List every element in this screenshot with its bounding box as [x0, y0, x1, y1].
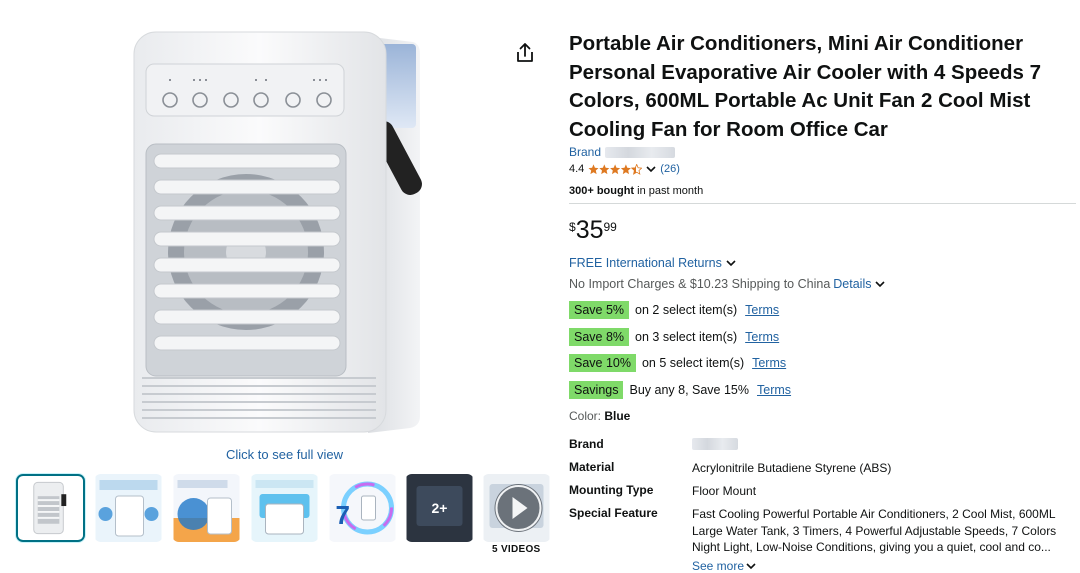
promo-text: Buy any 8, Save 15%	[629, 383, 750, 397]
import-text: No Import Charges & $10.23 Shipping to C…	[569, 277, 831, 291]
price-whole: 35	[575, 216, 604, 244]
chevron-down-icon	[726, 259, 736, 266]
thumbnail-3[interactable]	[172, 474, 241, 542]
chevron-down-icon[interactable]	[646, 165, 656, 173]
shipping-details-link[interactable]: Details	[833, 277, 871, 291]
thumbnail-2[interactable]	[94, 474, 163, 542]
thumbnail-1[interactable]	[16, 474, 85, 542]
spec-value: Fast Cooling Powerful Portable Air Condi…	[692, 507, 1057, 554]
brand-link[interactable]: Brand	[569, 145, 676, 159]
bought-period: in past month	[634, 185, 704, 197]
import-charges: No Import Charges & $10.23 Shipping to C…	[569, 277, 885, 291]
bought-count: 300+ bought	[569, 185, 635, 197]
svg-text:7: 7	[336, 500, 350, 530]
promo-row: Savings Buy any 8, Save 15% Terms	[569, 381, 791, 399]
rating-row: 4.4 (26)	[569, 163, 680, 175]
price-symbol: $	[569, 220, 576, 234]
brand-name-blurred	[605, 146, 676, 158]
share-icon[interactable]	[514, 42, 536, 64]
promo-terms-link[interactable]: Terms	[745, 303, 779, 317]
main-product-image[interactable]	[128, 28, 438, 438]
full-view-link[interactable]: Click to see full view	[226, 447, 343, 462]
chevron-down-icon	[746, 562, 756, 569]
promo-row: Save 8% on 3 select item(s) Terms	[569, 328, 779, 346]
rating-value: 4.4	[569, 163, 585, 175]
promo-badge: Save 10%	[569, 354, 636, 372]
chevron-down-icon[interactable]	[874, 280, 885, 288]
product-title: Portable Air Conditioners, Mini Air Cond…	[569, 32, 1042, 141]
promo-badge: Save 5%	[569, 301, 630, 319]
promo-badge: Savings	[569, 381, 624, 399]
color-selection: Color: Blue	[569, 409, 630, 423]
review-count-link[interactable]: (26)	[660, 163, 680, 175]
spec-key: Brand	[569, 437, 604, 451]
see-more-link[interactable]: See more	[692, 559, 756, 573]
see-more-label: See more	[692, 559, 745, 573]
thumbnail-more[interactable]: 2+	[405, 474, 474, 542]
promo-terms-link[interactable]: Terms	[745, 330, 779, 344]
promo-text: on 3 select item(s)	[635, 330, 738, 344]
spec-value	[692, 437, 1079, 455]
promo-row: Save 10% on 5 select item(s) Terms	[569, 354, 786, 372]
star-rating-icon[interactable]	[588, 163, 643, 175]
thumbnail-4[interactable]	[250, 474, 319, 542]
more-images-count: 2+	[431, 500, 448, 516]
returns-label: FREE International Returns	[569, 256, 722, 270]
spec-key: Material	[569, 460, 615, 474]
spec-value: Floor Mount	[692, 484, 757, 498]
promo-terms-link[interactable]: Terms	[757, 383, 791, 397]
video-thumbnail[interactable]	[482, 474, 551, 542]
promo-badge: Save 8%	[569, 328, 630, 346]
promo-text: on 2 select item(s)	[635, 303, 738, 317]
thumbnail-5[interactable]: 7	[328, 474, 397, 542]
spec-value: Acrylonitrile Butadiene Styrene (ABS)	[692, 461, 892, 475]
spec-key: Mounting Type	[569, 483, 654, 497]
price-fraction: 99	[603, 220, 617, 234]
color-value: Blue	[604, 409, 631, 423]
spec-key: Special Feature	[569, 506, 658, 520]
brand-label: Brand	[569, 145, 602, 159]
promo-terms-link[interactable]: Terms	[752, 356, 786, 370]
promo-text: on 5 select item(s)	[641, 356, 745, 370]
promo-row: Save 5% on 2 select item(s) Terms	[569, 301, 779, 319]
brand-value-blurred	[692, 438, 738, 450]
bought-in-past-month: 300+ bought in past month	[569, 185, 703, 197]
color-label: Color:	[569, 409, 605, 423]
free-returns-link[interactable]: FREE International Returns	[569, 256, 736, 270]
price: $ 35 99	[569, 216, 617, 244]
videos-count-label[interactable]: 5 VIDEOS	[492, 544, 541, 555]
divider	[569, 203, 1076, 204]
